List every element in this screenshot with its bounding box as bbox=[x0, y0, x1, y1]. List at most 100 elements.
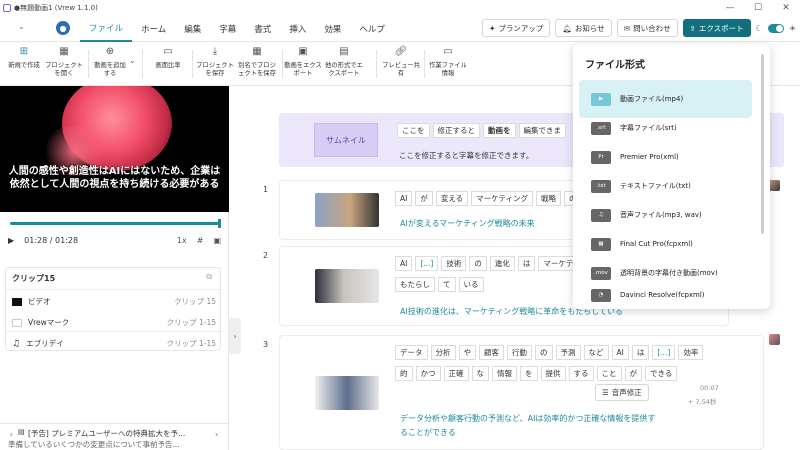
word[interactable]: AI bbox=[611, 345, 629, 360]
collapse-panel-button[interactable]: › bbox=[229, 318, 241, 354]
word[interactable]: て bbox=[438, 277, 456, 292]
tab-help[interactable]: ヘルプ bbox=[350, 16, 394, 42]
word[interactable]: 技術 bbox=[441, 256, 467, 271]
panel-scrollbar[interactable] bbox=[761, 54, 764, 234]
word[interactable]: 行動 bbox=[507, 345, 532, 360]
chevron-left-icon[interactable]: ‹ bbox=[10, 430, 13, 439]
word[interactable]: 戦略 bbox=[536, 191, 562, 206]
word[interactable]: 顧客 bbox=[479, 345, 504, 360]
word[interactable]: 変える bbox=[435, 191, 469, 206]
word[interactable]: [...] bbox=[652, 345, 676, 360]
word[interactable]: は bbox=[517, 256, 536, 271]
word[interactable]: AI bbox=[395, 256, 413, 271]
word[interactable]: かつ bbox=[415, 366, 441, 381]
save-project-button[interactable]: ⤓ プロジェクトを保存 bbox=[196, 46, 234, 78]
open-project-button[interactable]: ▦ プロジェクトを開く bbox=[44, 46, 84, 78]
word[interactable]: 編集できま bbox=[518, 123, 566, 138]
notice-button[interactable]: 🔔︎ お知らせ bbox=[555, 19, 612, 37]
tab-format[interactable]: 書式 bbox=[245, 16, 280, 42]
word[interactable]: など bbox=[583, 345, 609, 360]
word[interactable]: が bbox=[415, 191, 433, 206]
new-project-button[interactable]: ⊞ 新規で作成 bbox=[6, 46, 42, 70]
word[interactable]: 修正すると bbox=[432, 123, 480, 138]
word[interactable]: や bbox=[458, 345, 476, 360]
avatar[interactable]: ● bbox=[56, 21, 70, 35]
word[interactable]: の bbox=[469, 256, 487, 271]
chevron-down-icon[interactable]: ⌄ bbox=[18, 22, 25, 31]
word[interactable]: もたらし bbox=[395, 277, 435, 292]
subtitle-text[interactable]: AIが変えるマーケティング戦略の未来 bbox=[400, 217, 535, 231]
tab-subtitle[interactable]: 字幕 bbox=[210, 16, 245, 42]
checkbox-icon[interactable] bbox=[12, 318, 22, 327]
work-file-info-button[interactable]: ▭ 作業ファイル情報 bbox=[428, 46, 468, 78]
grid-icon[interactable]: # bbox=[197, 236, 204, 245]
clip-row-video[interactable]: ビデオ クリップ 15 bbox=[12, 296, 216, 307]
export-video-button[interactable]: ▣ 動画をエクスポート bbox=[284, 46, 322, 78]
word[interactable]: [...] bbox=[415, 256, 439, 271]
play-icon[interactable]: ▶ bbox=[8, 236, 14, 245]
add-video-button[interactable]: ⊕ 動画を追加する bbox=[94, 46, 126, 78]
voice-fix-button[interactable]: ☰ 音声修正 bbox=[595, 384, 649, 401]
subtitle-text[interactable]: データ分析や顧客行動の予測など、AIは効率的かつ正確な情報を提供することができる bbox=[400, 412, 660, 439]
side-thumbnail-icon[interactable] bbox=[769, 180, 780, 191]
tab-home[interactable]: ホーム bbox=[132, 16, 175, 42]
preview-share-button[interactable]: 🔗︎ プレビュー共有 bbox=[382, 46, 420, 78]
video-preview[interactable]: 人間の感性や創造性はAIにはないため、企業は依然として人間の視点を持ち続ける必要… bbox=[0, 86, 229, 212]
word[interactable]: いる bbox=[458, 277, 484, 292]
word[interactable]: の bbox=[535, 345, 553, 360]
export-other-button[interactable]: ▤ 他の形式でエクスポート bbox=[324, 46, 364, 78]
word[interactable]: 的 bbox=[395, 366, 413, 381]
word[interactable]: データ bbox=[395, 345, 428, 360]
clip-row[interactable]: データ 分析や顧客 行動の予測 など AI は [...] 効率 的かつ 正確な情報を提供 するこ… bbox=[279, 335, 764, 450]
word[interactable]: な bbox=[471, 366, 489, 381]
clip-row-music[interactable]: ♫ エブリデイ クリップ 1-15 bbox=[12, 338, 216, 349]
word[interactable]: マーケティング bbox=[471, 191, 534, 206]
word[interactable]: を bbox=[520, 366, 538, 381]
contact-button[interactable]: ✉ 問い合わせ bbox=[616, 19, 678, 37]
audio-file-icon: ♫ bbox=[591, 208, 611, 222]
word[interactable]: 正確 bbox=[443, 366, 469, 381]
seek-bar[interactable] bbox=[10, 219, 221, 228]
speed-button[interactable]: 1x bbox=[177, 236, 187, 245]
divider bbox=[6, 331, 222, 332]
word[interactable]: こと bbox=[596, 366, 622, 381]
maximize-icon[interactable]: ☐ bbox=[744, 0, 772, 16]
clip-thumbnail[interactable] bbox=[315, 376, 379, 410]
word[interactable]: する bbox=[568, 366, 594, 381]
save-as-button[interactable]: ▦ 別名でプロジェクトを保存 bbox=[236, 46, 278, 78]
thumbnail-button[interactable]: サムネイル bbox=[314, 123, 378, 157]
clip-row-vrew-mark[interactable]: Vrewマーク クリップ 1-15 bbox=[12, 317, 216, 328]
tab-edit[interactable]: 編集 bbox=[175, 16, 210, 42]
tab-insert[interactable]: 挿入 bbox=[280, 16, 315, 42]
side-thumbnail-icon[interactable] bbox=[769, 334, 780, 345]
format-label: 字幕ファイル(srt) bbox=[620, 124, 677, 132]
word[interactable]: 動画を bbox=[483, 123, 516, 138]
word[interactable]: が bbox=[624, 366, 642, 381]
external-link-icon[interactable]: ⧉ bbox=[206, 272, 212, 282]
theme-toggle[interactable] bbox=[767, 23, 784, 33]
fullscreen-icon[interactable]: ▣ bbox=[213, 236, 221, 245]
word[interactable]: AI bbox=[395, 191, 413, 206]
word[interactable]: ここを bbox=[397, 123, 430, 138]
news-banner[interactable]: ‹ ▤ [予告] プレミアムユーザーへの特典拡大を予... 準備しているいくつか… bbox=[0, 423, 229, 450]
export-button[interactable]: ⇪ エクスポート bbox=[682, 19, 751, 37]
plan-up-button[interactable]: ✦ プランアップ bbox=[482, 19, 551, 37]
chevron-right-icon[interactable]: › bbox=[215, 430, 218, 439]
minimize-icon[interactable]: — bbox=[716, 0, 744, 16]
clip-thumbnail[interactable] bbox=[315, 193, 379, 227]
word[interactable]: 予測 bbox=[555, 345, 581, 360]
word[interactable]: は bbox=[631, 345, 650, 360]
word[interactable]: できる bbox=[645, 366, 678, 381]
tab-effects[interactable]: 効果 bbox=[315, 16, 350, 42]
clip-thumbnail[interactable] bbox=[315, 269, 379, 303]
word[interactable]: 進化 bbox=[489, 256, 515, 271]
tab-file[interactable]: ファイル bbox=[80, 16, 133, 42]
word[interactable]: 提供 bbox=[540, 366, 566, 381]
format-option-davinci[interactable]: ◔ Davinci Resolve(fcpxml) bbox=[579, 283, 752, 307]
word[interactable]: 分析 bbox=[430, 345, 456, 360]
word[interactable]: 情報 bbox=[492, 366, 517, 381]
close-icon[interactable]: ✕ bbox=[772, 0, 800, 16]
chevron-down-icon[interactable]: ⌄ bbox=[129, 56, 136, 65]
aspect-ratio-button[interactable]: ▭ 画面比率 bbox=[150, 46, 186, 70]
word[interactable]: 効率 bbox=[678, 345, 704, 360]
